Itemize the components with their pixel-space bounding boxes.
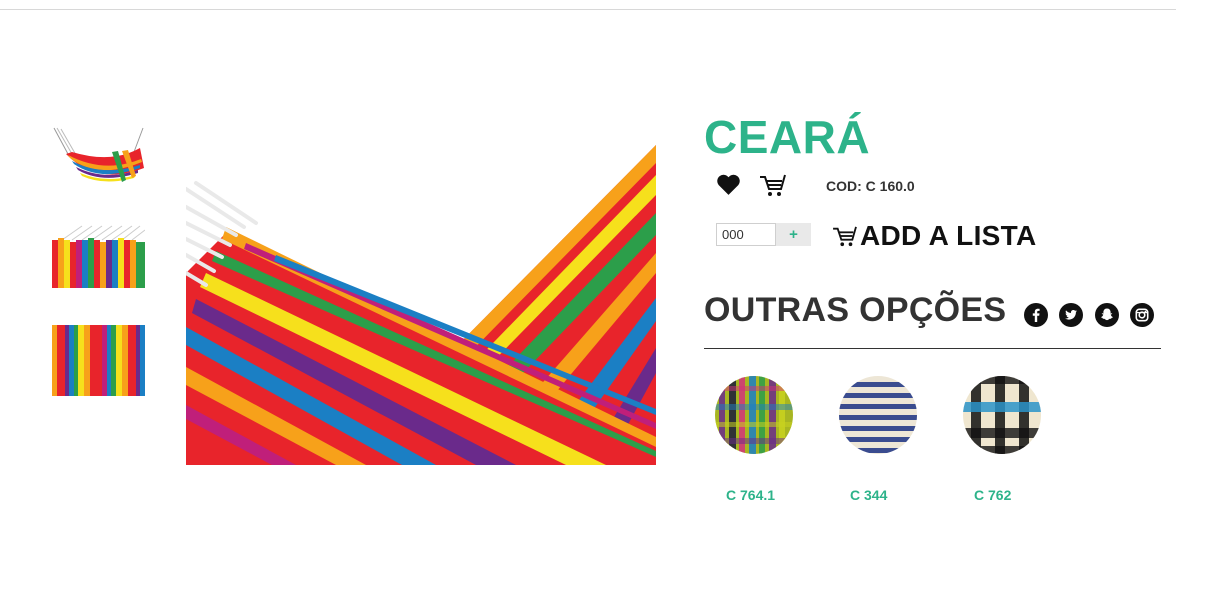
black-blue-check-swatch-image — [963, 376, 1041, 454]
cart-icon — [833, 226, 857, 247]
top-divider — [0, 9, 1176, 10]
hammock-thumbnail-image — [53, 127, 144, 182]
thumbnail-hammock-full[interactable] — [52, 124, 145, 194]
options-divider — [704, 348, 1161, 349]
option-code[interactable]: C 762 — [974, 487, 1011, 503]
twitter-icon[interactable] — [1059, 303, 1083, 327]
instagram-icon[interactable] — [1130, 303, 1154, 327]
snapchat-icon[interactable] — [1095, 303, 1119, 327]
favorite-heart-icon[interactable] — [716, 173, 741, 196]
option-swatch-blue-white-stripes[interactable] — [839, 376, 917, 454]
add-to-list-label: ADD A LISTA — [860, 220, 1037, 251]
fabric-stripes-image — [52, 325, 145, 396]
blue-white-stripes-swatch-image — [839, 376, 917, 454]
product-code: COD: C 160.0 — [826, 178, 915, 194]
option-swatch-multicolor-plaid[interactable] — [715, 376, 793, 454]
add-to-cart-icon[interactable] — [759, 173, 787, 197]
quantity-input[interactable] — [716, 223, 776, 246]
multicolor-plaid-swatch-image — [715, 376, 793, 454]
main-product-image — [186, 123, 656, 465]
option-code[interactable]: C 764.1 — [726, 487, 775, 503]
option-swatch-black-blue-check[interactable] — [963, 376, 1041, 454]
quantity-increase-button[interactable]: + — [776, 223, 811, 246]
hammock-edge-image — [52, 225, 145, 288]
product-title: CEARÁ — [704, 111, 871, 163]
other-options-heading: OUTRAS OPÇÕES — [704, 291, 1007, 329]
thumbnail-hammock-edge[interactable] — [52, 222, 145, 288]
hammock-closeup-image — [186, 123, 656, 465]
thumbnail-fabric-stripes[interactable] — [52, 325, 145, 396]
option-code[interactable]: C 344 — [850, 487, 887, 503]
add-to-list-button[interactable]: ADD A LISTA — [832, 219, 1036, 253]
facebook-icon[interactable] — [1024, 303, 1048, 327]
